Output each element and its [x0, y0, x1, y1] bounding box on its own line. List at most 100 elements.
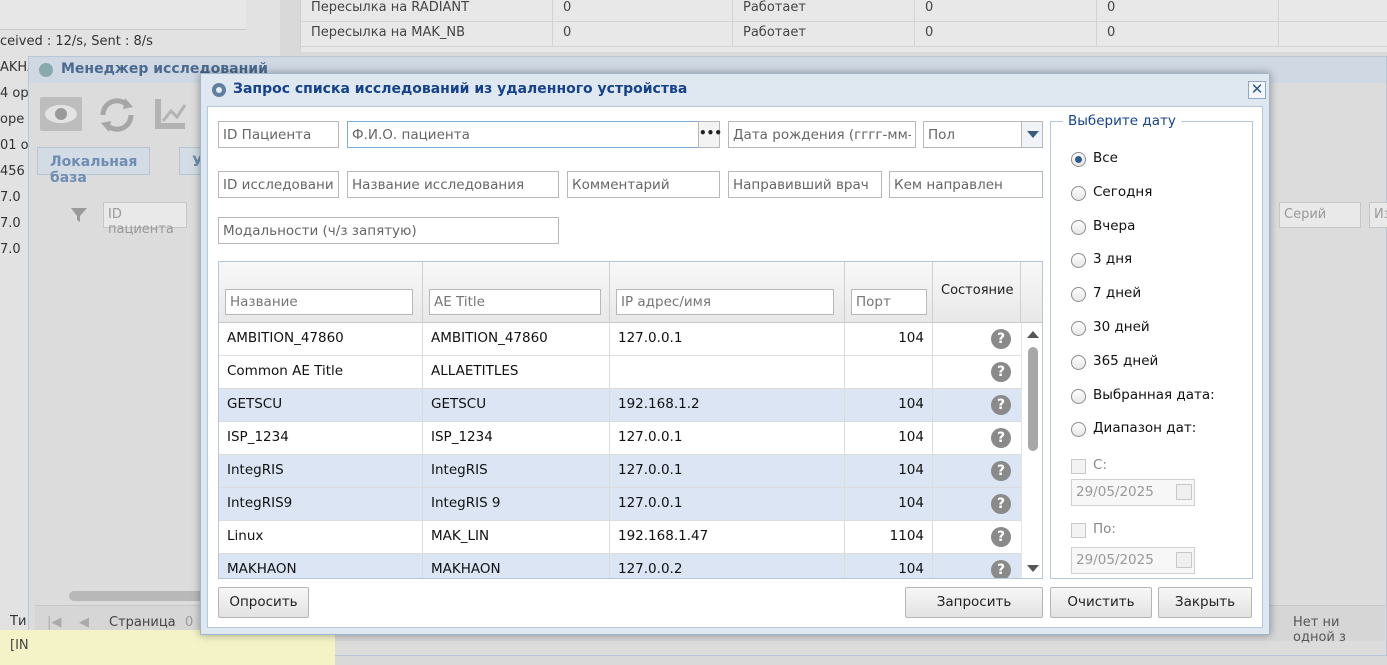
dialog-title: Запрос списка исследований из удаленного… [233, 81, 688, 97]
scroll-thumb[interactable] [1028, 347, 1038, 451]
question-icon[interactable]: ? [991, 560, 1011, 578]
date-option-label: Выбранная дата: [1093, 386, 1215, 403]
clear-button[interactable]: Очистить [1050, 587, 1152, 618]
close-icon[interactable]: ✕ [1248, 81, 1266, 99]
calendar-icon[interactable] [1176, 552, 1192, 568]
table-row[interactable]: ISP_1234 ISP_1234 127.0.0.1 104? [219, 422, 1021, 455]
close-button[interactable]: Закрыть [1158, 587, 1252, 618]
question-icon[interactable]: ? [991, 362, 1011, 382]
table-row[interactable]: Linux MAK_LIN 192.168.1.47 1104? [219, 521, 1021, 554]
referred-by-field[interactable] [889, 171, 1043, 198]
question-icon[interactable]: ? [991, 494, 1011, 514]
cell-ae: IntegRIS 9 [423, 488, 610, 521]
name-filter[interactable] [225, 289, 413, 315]
tab-local-db[interactable]: Локальная база [37, 147, 151, 186]
radio-button[interactable] [1071, 422, 1086, 438]
comment-field[interactable] [567, 171, 720, 198]
referring-doctor-field[interactable] [728, 171, 882, 198]
cell-state: ? [933, 455, 1021, 488]
patient-id-field[interactable] [218, 121, 339, 148]
background-strip [0, 0, 246, 30]
bg-fragment: 7.0 [0, 190, 21, 205]
cell-name: GETSCU [219, 389, 423, 422]
grid-header: Состояние [219, 262, 1042, 323]
cell-ae: MAK_LIN [423, 521, 610, 554]
date-option-label: 30 дней [1093, 319, 1150, 335]
cell-name: Common AE Title [219, 356, 423, 389]
prev-page-icon[interactable]: ◀ [79, 615, 89, 630]
table-row[interactable]: Пересылка на RADIANT 0 Работает 0 0 [301, 0, 1387, 22]
vertical-scrollbar[interactable] [1021, 323, 1042, 578]
chevron-down-icon[interactable] [1021, 121, 1043, 148]
column-state[interactable]: Состояние [933, 262, 1021, 323]
from-date-value: 29/05/2025 [1076, 484, 1154, 500]
table-row[interactable]: IntegRIS9 IntegRIS 9 127.0.0.1 104? [219, 488, 1021, 521]
radio-button[interactable] [1071, 219, 1086, 235]
table-row[interactable]: IntegRIS IntegRIS 127.0.0.1 104? [219, 455, 1021, 488]
ip-filter[interactable] [616, 289, 834, 315]
to-checkbox[interactable] [1071, 523, 1086, 538]
scroll-down-icon[interactable] [1027, 565, 1039, 572]
question-icon[interactable]: ? [991, 527, 1011, 547]
table-row[interactable]: MAKHAON MAKHAON 127.0.0.2 104? [219, 554, 1021, 578]
cell-ip: 127.0.0.2 [610, 554, 845, 578]
ae-title-filter[interactable] [429, 289, 601, 315]
question-icon[interactable]: ? [991, 395, 1011, 415]
poll-button[interactable]: Опросить [218, 587, 309, 618]
patient-browse-button[interactable]: ••• [698, 121, 722, 148]
radio-button[interactable] [1071, 253, 1086, 269]
series-filter[interactable]: Серий [1279, 202, 1361, 228]
question-icon[interactable]: ? [991, 329, 1011, 349]
rule-name: Пересылка на RADIANT [301, 0, 553, 22]
radio-button[interactable] [1071, 152, 1086, 167]
images-filter[interactable]: Из [1369, 202, 1387, 228]
from-date-field[interactable]: 29/05/2025 [1071, 479, 1195, 506]
question-icon[interactable]: ? [991, 461, 1011, 481]
chart-icon[interactable] [151, 95, 195, 135]
sex-select[interactable] [923, 121, 1023, 148]
date-panel-legend: Выберите дату [1063, 113, 1181, 129]
cell-name: MAKHAON [219, 554, 423, 578]
table-row[interactable]: Common AE Title ALLAETITLES? [219, 356, 1021, 389]
cell-port: 104 [845, 455, 933, 488]
cell-state: ? [933, 422, 1021, 455]
cell-port: 1104 [845, 521, 933, 554]
cell-ae: ISP_1234 [423, 422, 610, 455]
dialog-titlebar[interactable]: Запрос списка исследований из удаленного… [201, 74, 1269, 104]
table-row[interactable]: AMBITION_47860 AMBITION_47860 127.0.0.1 104… [219, 323, 1021, 356]
modalities-field[interactable] [218, 217, 559, 244]
birth-date-field[interactable] [728, 121, 916, 148]
page-label: Страница [109, 615, 176, 630]
radio-button[interactable] [1071, 388, 1086, 404]
page-number[interactable]: 0 [185, 615, 193, 630]
cell-ip: 127.0.0.1 [610, 323, 845, 356]
from-checkbox[interactable] [1071, 459, 1086, 474]
table-row[interactable]: GETSCU GETSCU 192.168.1.2 104? [219, 389, 1021, 422]
radio-button[interactable] [1071, 287, 1086, 303]
refresh-icon[interactable] [95, 95, 139, 135]
radio-button[interactable] [1071, 321, 1086, 336]
status-bar: [IN [0, 630, 335, 665]
scroll-up-icon[interactable] [1027, 331, 1039, 338]
port-filter[interactable] [851, 289, 927, 315]
date-option-label: 7 дней [1093, 285, 1142, 302]
rule-status: Работает [733, 0, 915, 22]
patient-id-filter[interactable]: ID пациента [103, 202, 187, 237]
rule-value: 0 [553, 22, 733, 47]
calendar-icon[interactable] [1176, 484, 1192, 500]
to-label: По: [1093, 521, 1116, 537]
remote-devices-grid: Состояние AMBITION_47860AMBITION_4786012… [218, 261, 1043, 579]
first-page-icon[interactable]: |◀ [47, 615, 61, 630]
to-date-field[interactable]: 29/05/2025 [1071, 547, 1195, 574]
question-icon[interactable]: ? [991, 428, 1011, 448]
patient-name-field[interactable] [347, 121, 700, 148]
study-name-field[interactable] [347, 171, 559, 198]
study-id-field[interactable] [218, 171, 339, 198]
table-row[interactable]: Пересылка на MAK_NB 0 Работает 0 0 [301, 22, 1387, 47]
cell-port: 104 [845, 554, 933, 578]
request-button[interactable]: Запросить [905, 587, 1043, 618]
radio-button[interactable] [1071, 185, 1086, 201]
radio-button[interactable] [1071, 354, 1086, 370]
filter-icon[interactable] [65, 202, 95, 228]
eye-icon[interactable] [39, 95, 83, 135]
